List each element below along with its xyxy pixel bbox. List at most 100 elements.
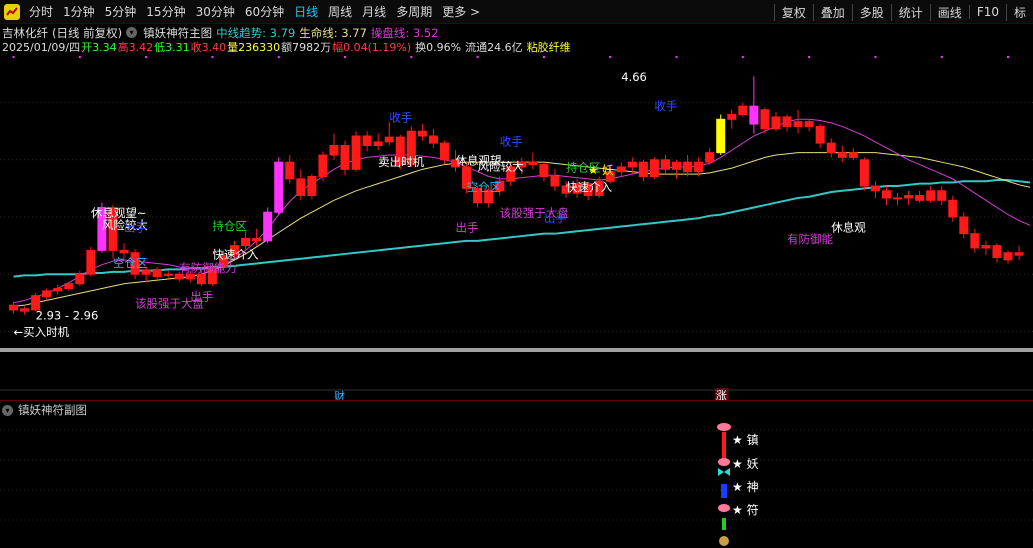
candle-body-69 (771, 116, 781, 130)
quote-volume: 量236330 (227, 40, 281, 54)
sub-label-1: ★ 妖 (732, 457, 759, 471)
candle-body-0 (9, 304, 19, 311)
candle-body-39 (439, 142, 449, 161)
candle-body-66 (738, 105, 748, 116)
top-dot-0 (12, 56, 15, 58)
toolbar-button-0[interactable]: 复权 (773, 3, 813, 21)
annotation-26: 有防御能 (787, 232, 833, 246)
annotation-12: 卖出时机 (378, 155, 424, 169)
annotation-6: 有防御能力 (179, 261, 237, 275)
candle-body-70 (782, 116, 792, 127)
annotation-15: 空仓区 (467, 180, 502, 194)
sub-indicator-menu-icon[interactable]: ▾ (2, 404, 13, 416)
candle-body-14 (163, 273, 173, 276)
quote-close: 收3.40 (190, 40, 227, 54)
period-tab-0[interactable]: 分时 (24, 3, 58, 20)
candle-body-80 (893, 197, 903, 200)
candle-body-57 (638, 161, 648, 177)
candle-body-90 (1003, 252, 1013, 261)
sub-indicator-chart[interactable]: ★ 镇 ★ 妖 ★ 神 ★ 符 (0, 400, 1033, 548)
candle-body-78 (870, 185, 880, 192)
top-dot-24 (277, 56, 280, 58)
sub-label-2: ★ 神 (732, 480, 759, 494)
period-tab-10[interactable]: 更多 > (437, 3, 485, 20)
period-tab-8[interactable]: 月线 (357, 3, 391, 20)
app-logo-icon[interactable] (3, 3, 21, 21)
sub-indicator-name[interactable]: 镇妖神符副图 (18, 402, 87, 418)
toolbar-button-5[interactable]: F10 (968, 5, 1006, 19)
sub-bar-blue (721, 484, 727, 498)
sub-gem-1 (717, 423, 731, 431)
indicator-menu-icon[interactable]: ▾ (126, 27, 138, 38)
candle-body-10 (119, 249, 129, 254)
candle-body-27 (307, 175, 317, 197)
top-dot-60 (675, 56, 678, 58)
top-dot-84 (940, 56, 943, 58)
candle-body-82 (915, 195, 925, 201)
toolbar-button-4[interactable]: 画线 (929, 3, 969, 21)
candle-body-74 (826, 142, 836, 154)
candle-body-79 (881, 190, 891, 199)
toolbar-button-2[interactable]: 多股 (851, 3, 891, 21)
annotation-4: 出手 (124, 220, 147, 234)
period-tab-2[interactable]: 5分钟 (100, 3, 142, 20)
annotation-9: 持仓区 (212, 219, 247, 233)
annotation-17: 出手 (456, 220, 479, 234)
sub-gem-3 (718, 504, 730, 512)
period-tab-7[interactable]: 周线 (323, 3, 357, 20)
top-dot-42 (476, 56, 479, 58)
annotation-24: 收手 (654, 99, 677, 113)
candle-body-91 (1014, 252, 1024, 256)
candle-body-65 (727, 114, 737, 120)
candle-body-68 (760, 109, 770, 130)
period-tab-6[interactable]: 日线 (289, 3, 323, 20)
quote-float-cap: 流通24.6亿 (465, 40, 523, 54)
candle-body-72 (804, 121, 814, 127)
period-tab-4[interactable]: 30分钟 (191, 3, 240, 20)
annotation-5: 空仓区 (113, 256, 148, 270)
annotation-8: 出手 (190, 289, 213, 303)
toolbar-button-1[interactable]: 叠加 (812, 3, 852, 21)
candle-body-31 (351, 135, 361, 170)
candle-body-86 (959, 216, 969, 235)
quote-info-row: 2025/01/09/四 开3.34 高3.42 低3.31 收3.40 量23… (2, 39, 571, 54)
quote-low: 低3.31 (154, 40, 190, 54)
candle-body-48 (539, 164, 549, 177)
annotation-22: ★ 妖 (588, 163, 614, 177)
candle-body-88 (981, 245, 991, 249)
toolbar-button-6[interactable]: 标 (1005, 3, 1033, 21)
period-tab-3[interactable]: 15分钟 (141, 3, 190, 20)
candle-body-81 (904, 195, 914, 199)
period-tabs: 分时 1分钟 5分钟 15分钟 30分钟 60分钟 日线 周线 月线 多周期 更多 > (24, 0, 485, 24)
toolbar-right-buttons: 复权 叠加 多股 统计 画线 F10 标 (773, 0, 1033, 24)
annotation-16: 收手 (500, 135, 523, 149)
candle-body-26 (296, 178, 306, 197)
top-dot-90 (1007, 56, 1010, 58)
quote-high: 高3.42 (117, 40, 154, 54)
candle-body-75 (837, 152, 847, 158)
period-tab-9[interactable]: 多周期 (391, 3, 437, 20)
sub-bow-icon (718, 468, 730, 476)
candle-body-73 (815, 125, 825, 144)
annotation-11: 收手 (389, 111, 412, 125)
candle-body-77 (859, 159, 869, 187)
sub-gem-2 (718, 458, 730, 466)
candle-body-59 (660, 159, 670, 170)
sub-bar-green (722, 518, 726, 530)
candle-body-62 (694, 161, 704, 173)
candle-body-76 (848, 152, 858, 158)
support-band (0, 348, 1033, 352)
candle-body-1 (20, 308, 30, 312)
candle-body-47 (528, 161, 538, 166)
top-dot-54 (609, 56, 612, 58)
candle-body-61 (683, 161, 693, 173)
main-candlestick-chart[interactable]: ←买入时机2.93 - 2.96休息观望~风险较大出手空仓区 有防御能力该股强于大… (0, 54, 1033, 400)
candle-body-21 (241, 237, 251, 247)
annotation-0: ←买入时机 (14, 325, 70, 339)
top-dot-48 (542, 56, 545, 58)
period-tab-1[interactable]: 1分钟 (58, 3, 100, 20)
quote-date: 2025/01/09/四 (2, 40, 81, 54)
toolbar-button-3[interactable]: 统计 (890, 3, 930, 21)
candle-body-85 (948, 199, 958, 218)
period-tab-5[interactable]: 60分钟 (240, 3, 289, 20)
